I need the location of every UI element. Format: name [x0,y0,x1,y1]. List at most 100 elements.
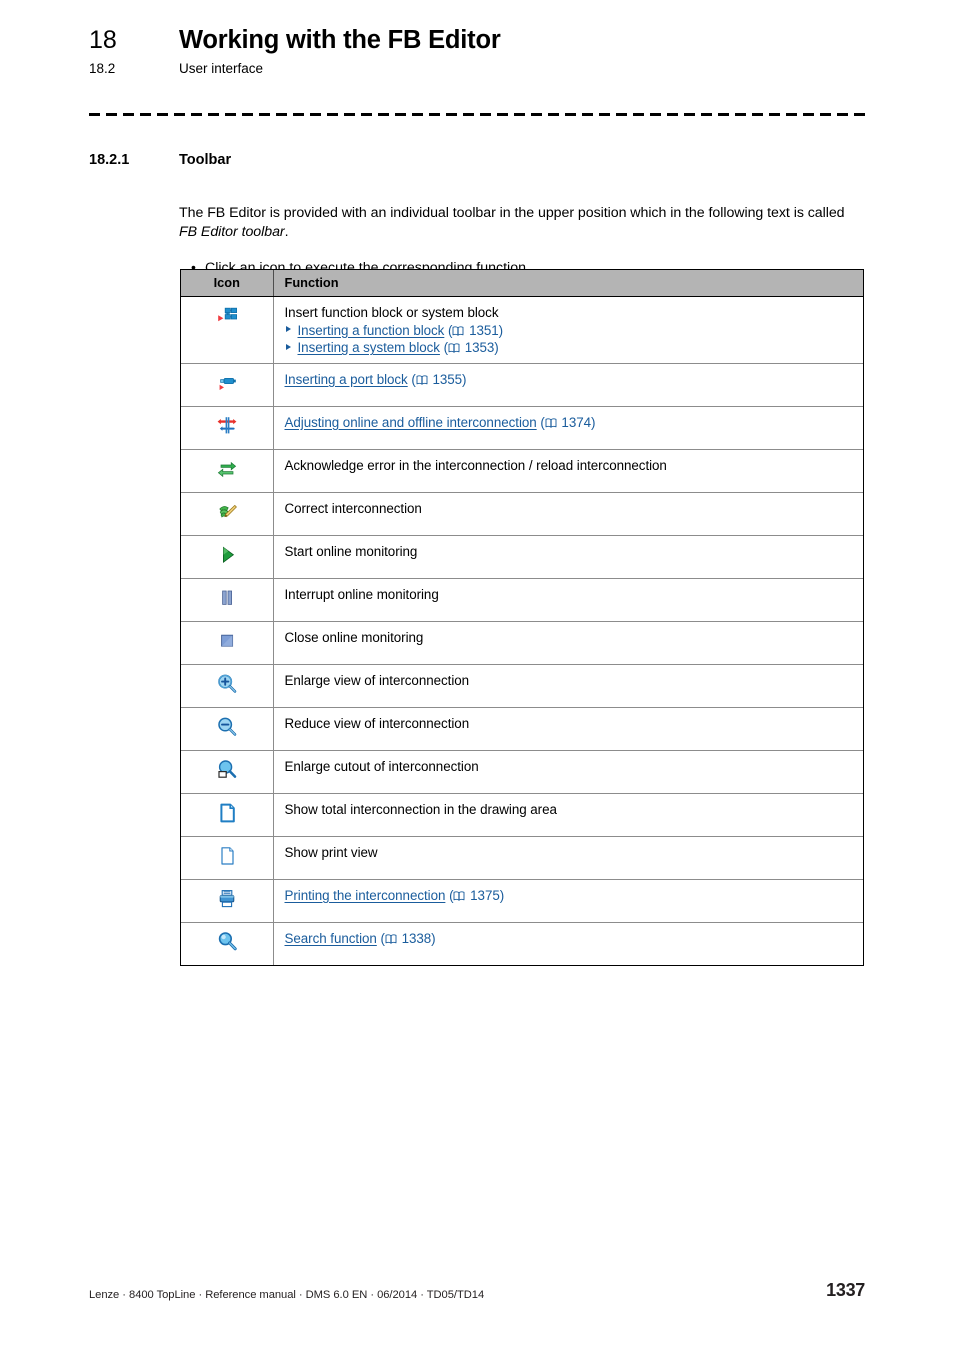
intro-italic: FB Editor toolbar [179,224,285,241]
toolbar-table: Icon Function Insert function block or s… [180,269,864,966]
toolbar-icon-cell [181,793,274,837]
section-line: 18.2 User interface [89,61,865,76]
function-text: Correct interconnection [284,500,422,516]
search-icon [215,931,239,958]
zoom-selection-icon [215,760,239,786]
table-row: Close online monitoring [181,621,863,665]
function-description-cell: Enlarge view of interconnection [273,664,863,708]
subsection-title: Toolbar [179,152,232,168]
acknowledge-error-reload-icon [215,461,239,485]
page-reference: ( 1355) [411,371,467,387]
header-divider [89,113,865,116]
page-reference: ( 1374) [540,414,596,430]
footer-page-number: 1337 [826,1280,865,1300]
intro-paragraph: The FB Editor is provided with an indivi… [179,204,865,242]
function-description-cell: Adjusting online and offline interconnec… [273,406,864,450]
toolbar-icon-cell [181,363,274,407]
function-description-cell: Start online monitoring [273,535,863,579]
toolbar-icon-cell [181,406,274,450]
function-link-line: Printing the interconnection ( 1375) [285,887,864,905]
page-reference: ( 1353) [443,340,499,356]
correct-interconnection-icon [215,504,239,528]
function-text: Reduce view of interconnection [284,715,470,731]
zoom-in-icon [215,674,239,700]
body-text: The FB Editor is provided with an indivi… [179,190,865,278]
function-text: Show total interconnection in the drawin… [284,801,557,817]
subsection-heading: 18.2.1 Toolbar [89,152,865,168]
page-reference: ( 1375) [449,887,505,903]
section-title: User interface [179,61,264,76]
page-footer: Lenze · 8400 TopLine · Reference manual … [89,1280,865,1301]
toolbar-icon-cell [181,922,274,965]
intro-part1: The FB Editor is provided with an indivi… [179,205,845,222]
function-description-cell: Interrupt online monitoring [273,578,863,622]
insert-port-block-icon [215,377,239,399]
page-reference: ( 1338) [380,930,436,946]
xref-link[interactable]: Inserting a function block [298,323,445,338]
toolbar-icon-cell [181,879,274,923]
toolbar-icon-cell [181,707,274,751]
function-text: Start online monitoring [284,543,418,559]
section-number: 18.2 [89,61,116,76]
pause-monitoring-icon [215,590,239,614]
chapter-title: Working with the FB Editor [179,26,501,54]
table-row: Acknowledge error in the interconnection… [181,449,863,493]
table-row: Show total interconnection in the drawin… [181,793,863,837]
table-row: Enlarge view of interconnection [181,664,863,708]
toolbar-icon-cell [181,621,274,665]
intro-part2: . [284,224,289,241]
function-description-cell: Insert function block or system block Ins… [273,296,864,364]
footer-imprint: Lenze · 8400 TopLine · Reference manual … [89,1289,485,1301]
subsection-number: 18.2.1 [89,152,130,168]
toolbar-icon-cell [181,578,274,622]
table-row: Reduce view of interconnection [181,707,863,751]
xref-link[interactable]: Printing the interconnection [285,888,446,903]
page-reference: ( 1351) [448,322,504,338]
table-row: Insert function block or system block Ins… [181,296,864,364]
function-text: Close online monitoring [284,629,424,645]
zoom-out-icon [215,717,239,743]
column-header-function: Function [273,270,863,297]
table-row: Correct interconnection [181,492,863,536]
toolbar-icon-cell [181,836,274,880]
chapter-number: 18 [89,26,117,54]
xref-link[interactable]: Inserting a port block [285,372,408,387]
fit-to-page-icon [215,803,239,829]
printer-icon [215,889,239,915]
table-row: Start online monitoring [181,535,863,579]
function-text: Enlarge view of interconnection [284,672,470,688]
table-row: Inserting a port block ( 1355) [181,363,863,407]
toolbar-icon-cell [181,492,274,536]
sub-link-item: Inserting a function block ( 1351) [285,322,864,340]
table-body: Insert function block or system block Ins… [181,296,864,965]
document-page: 18 Working with the FB Editor 18.2 User … [0,0,954,1350]
function-description-cell: Enlarge cutout of interconnection [273,750,863,794]
running-header: 18 Working with the FB Editor 18.2 User … [89,26,865,76]
function-description-cell: Inserting a port block ( 1355) [273,363,863,407]
function-text: Interrupt online monitoring [284,586,439,602]
triangle-bullet-icon [285,343,291,350]
sub-link-item: Inserting a system block ( 1353) [285,339,864,357]
function-link-line: Adjusting online and offline interconnec… [285,414,864,432]
toolbar-icon-cell [181,296,274,364]
table-row: Printing the interconnection ( 1375) [181,879,864,923]
table-header-row: Icon Function [181,270,863,297]
xref-link[interactable]: Adjusting online and offline interconnec… [285,415,537,430]
function-description-cell: Acknowledge error in the interconnection… [273,449,863,493]
xref-link[interactable]: Inserting a system block [298,340,440,355]
table-row: Adjusting online and offline interconnec… [181,406,864,450]
xref-link[interactable]: Search function [285,931,377,946]
function-description-cell: Search function ( 1338) [273,922,863,965]
function-description-cell: Show total interconnection in the drawin… [273,793,863,837]
insert-function-block-icon [215,307,239,332]
sub-link-list: Inserting a function block ( 1351) Insert… [285,322,864,357]
function-text: Acknowledge error in the interconnection… [284,457,667,473]
function-description-cell: Printing the interconnection ( 1375) [273,879,864,923]
function-description-cell: Reduce view of interconnection [273,707,863,751]
table-row: Search function ( 1338) [181,922,863,965]
start-monitoring-icon [215,546,239,571]
chapter-line: 18 Working with the FB Editor [89,26,865,55]
function-description-cell: Show print view [273,836,863,880]
column-header-icon: Icon [181,270,274,297]
table-row: Enlarge cutout of interconnection [181,750,863,794]
